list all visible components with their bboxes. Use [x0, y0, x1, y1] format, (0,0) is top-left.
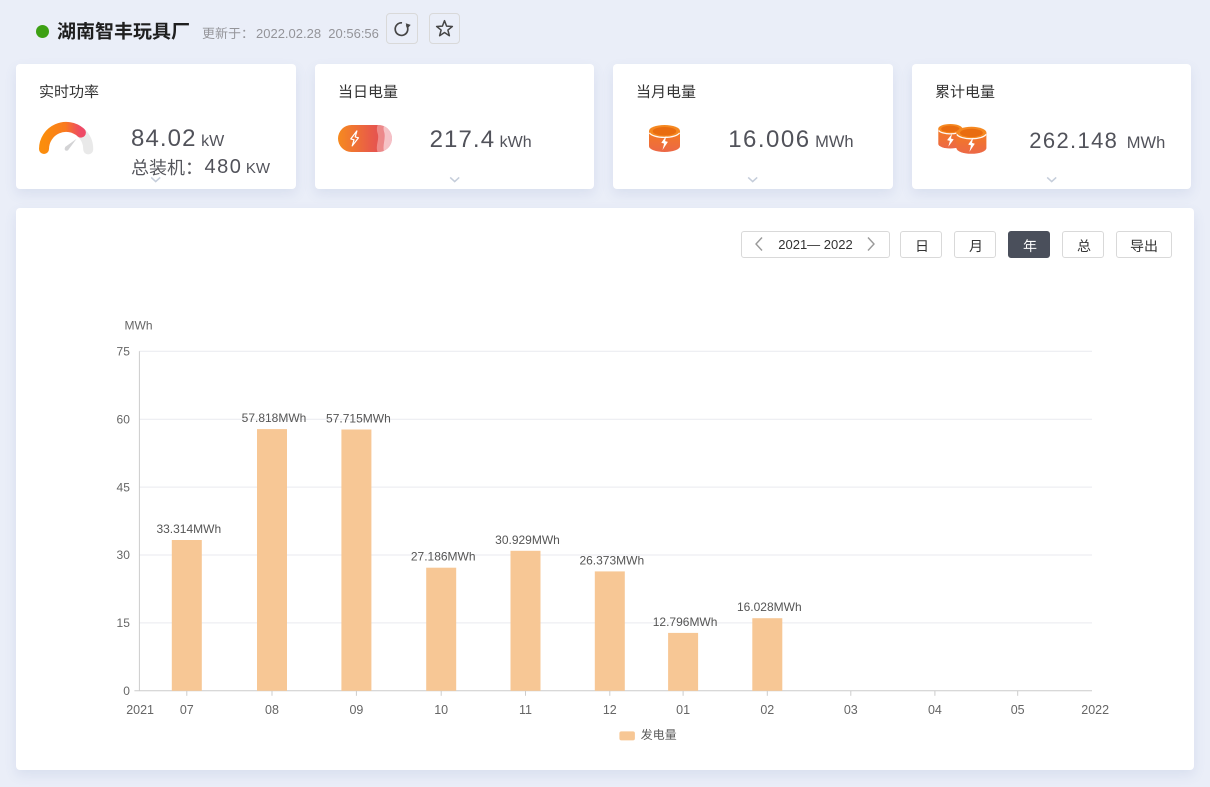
svg-text:26.373MWh: 26.373MWh [579, 553, 644, 567]
svg-text:57.715MWh: 57.715MWh [326, 412, 391, 426]
svg-text:01: 01 [676, 703, 690, 717]
svg-text:12: 12 [603, 703, 617, 717]
svg-text:75: 75 [117, 345, 131, 359]
svg-text:12.796MWh: 12.796MWh [653, 615, 718, 629]
svg-text:02: 02 [760, 703, 774, 717]
svg-text:2021: 2021 [126, 703, 154, 717]
svg-text:07: 07 [180, 703, 194, 717]
svg-text:30.929MWh: 30.929MWh [495, 533, 560, 547]
svg-text:0: 0 [123, 684, 130, 698]
svg-text:33.314MWh: 33.314MWh [156, 522, 221, 536]
svg-text:10: 10 [434, 703, 448, 717]
svg-text:60: 60 [117, 412, 131, 426]
svg-text:15: 15 [117, 616, 131, 630]
svg-text:09: 09 [349, 703, 363, 717]
svg-text:05: 05 [1011, 703, 1025, 717]
svg-text:45: 45 [117, 480, 131, 494]
svg-text:57.818MWh: 57.818MWh [242, 411, 307, 425]
svg-text:30: 30 [117, 548, 131, 562]
svg-text:11: 11 [519, 703, 532, 717]
svg-text:MWh: MWh [125, 319, 153, 333]
svg-text:2022: 2022 [1081, 703, 1109, 717]
svg-text:08: 08 [265, 703, 279, 717]
svg-text:03: 03 [844, 703, 858, 717]
svg-text:16.028MWh: 16.028MWh [737, 600, 802, 614]
svg-text:27.186MWh: 27.186MWh [411, 550, 476, 564]
svg-text:04: 04 [928, 703, 942, 717]
